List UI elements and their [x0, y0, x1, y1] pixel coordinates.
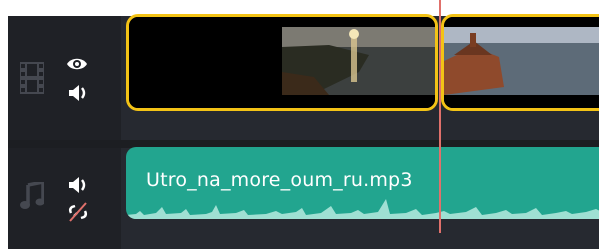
speaker-icon[interactable]: [68, 84, 88, 102]
video-clip-sunset[interactable]: [126, 14, 438, 111]
church-thumbnail: [444, 17, 599, 108]
film-strip-icon: [20, 62, 44, 94]
audio-waveform: [126, 199, 599, 219]
audio-clip-filename: Utro_na_more_oum_ru.mp3: [146, 169, 413, 191]
audio-clip[interactable]: Utro_na_more_oum_ru.mp3: [126, 147, 599, 219]
audio-track-header: [8, 148, 121, 249]
speaker-icon[interactable]: [68, 176, 88, 194]
eye-icon[interactable]: [66, 56, 88, 72]
music-note-icon: [20, 182, 44, 209]
unlink-icon[interactable]: [68, 202, 88, 222]
playhead[interactable]: [439, 0, 441, 233]
video-track-header: [8, 16, 121, 140]
sunset-thumbnail: [129, 17, 435, 108]
video-clip-church[interactable]: [441, 14, 599, 111]
